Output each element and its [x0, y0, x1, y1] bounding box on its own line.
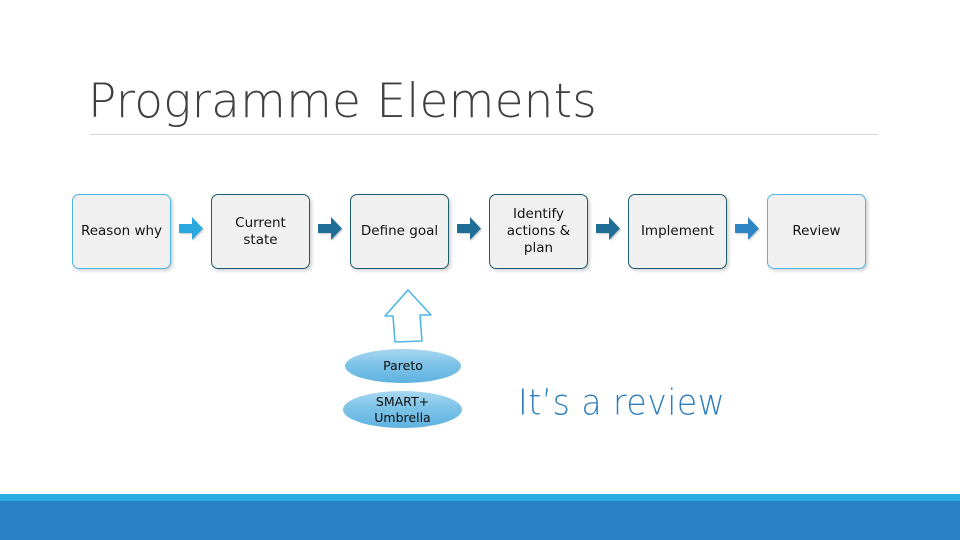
process-step-review[interactable]: Review: [767, 194, 866, 269]
process-step-label: Current state: [235, 214, 286, 248]
right-arrow-icon: [735, 216, 762, 246]
arrow-shape: [457, 217, 481, 240]
process-step-label: Review: [792, 223, 841, 239]
right-arrow-icon: [318, 216, 345, 246]
process-step-define-goal[interactable]: Define goal: [350, 194, 449, 269]
process-step-label: Reason why: [80, 223, 163, 239]
right-arrow-icon: [179, 216, 206, 246]
process-step-reason-why[interactable]: Reason why: [72, 194, 171, 269]
arrow-shape: [735, 217, 759, 240]
process-step-identify-actions[interactable]: Identify actions & plan: [489, 194, 588, 269]
page-title: Programme Elements: [88, 74, 597, 129]
process-step-current-state[interactable]: Current state: [211, 194, 310, 269]
title-divider: [90, 134, 878, 135]
callout-ellipse-pareto[interactable]: Pareto: [345, 349, 461, 383]
process-step-label: Define goal: [360, 223, 439, 239]
arrow-shape: [179, 217, 203, 240]
footer-accent-strip: [0, 494, 960, 501]
right-arrow-icon: [596, 216, 623, 246]
process-step-implement[interactable]: Implement: [628, 194, 727, 269]
handwritten-note: It’s a review: [518, 381, 726, 424]
callout-ellipse-label: Pareto: [383, 358, 423, 373]
process-step-label: Identify actions & plan: [506, 206, 571, 256]
process-step-label: Implement: [640, 223, 715, 239]
slide-canvas: Programme Elements Reason why Current sta…: [0, 0, 960, 540]
callout-ellipse-smart-umbrella[interactable]: SMART+ Umbrella: [343, 391, 462, 428]
up-arrow-shape: [384, 289, 432, 343]
arrow-shape: [596, 217, 620, 240]
arrow-shape: [318, 217, 342, 240]
footer-band: [0, 501, 960, 540]
callout-ellipse-label: SMART+ Umbrella: [374, 393, 431, 425]
right-arrow-icon: [457, 216, 484, 246]
up-arrow-icon: [382, 288, 436, 344]
